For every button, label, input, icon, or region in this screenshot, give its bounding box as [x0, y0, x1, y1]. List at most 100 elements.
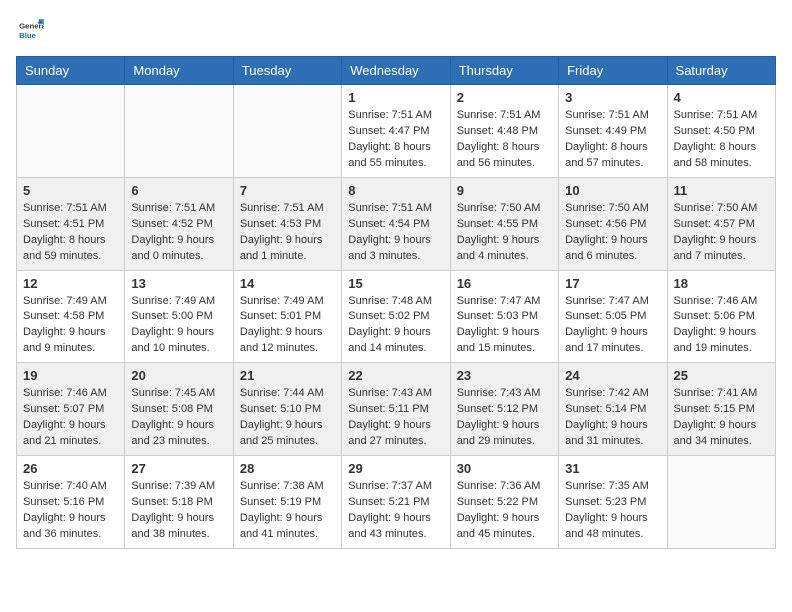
day-number: 12	[23, 276, 118, 291]
calendar-cell: 4 Sunrise: 7:51 AMSunset: 4:50 PMDaylight…	[667, 85, 775, 178]
day-info: Sunrise: 7:51 AMSunset: 4:47 PMDaylight:…	[348, 108, 443, 172]
day-info: Sunrise: 7:46 AMSunset: 5:07 PMDaylight:…	[23, 386, 118, 450]
calendar-cell: 18 Sunrise: 7:46 AMSunset: 5:06 PMDayligh…	[667, 270, 775, 363]
day-info: Sunrise: 7:36 AMSunset: 5:22 PMDaylight:…	[457, 479, 552, 543]
day-number: 15	[348, 276, 443, 291]
calendar-cell: 21 Sunrise: 7:44 AMSunset: 5:10 PMDayligh…	[233, 363, 341, 456]
day-info: Sunrise: 7:40 AMSunset: 5:16 PMDaylight:…	[23, 479, 118, 543]
day-number: 20	[131, 368, 226, 383]
day-info: Sunrise: 7:37 AMSunset: 5:21 PMDaylight:…	[348, 479, 443, 543]
day-number: 23	[457, 368, 552, 383]
day-info: Sunrise: 7:50 AMSunset: 4:55 PMDaylight:…	[457, 201, 552, 265]
calendar-cell: 9 Sunrise: 7:50 AMSunset: 4:55 PMDaylight…	[450, 177, 558, 270]
calendar-header-thursday: Thursday	[450, 57, 558, 85]
calendar-cell: 12 Sunrise: 7:49 AMSunset: 4:58 PMDayligh…	[17, 270, 125, 363]
calendar-cell	[17, 85, 125, 178]
calendar-cell: 22 Sunrise: 7:43 AMSunset: 5:11 PMDayligh…	[342, 363, 450, 456]
calendar-cell: 5 Sunrise: 7:51 AMSunset: 4:51 PMDaylight…	[17, 177, 125, 270]
calendar-week-row: 19 Sunrise: 7:46 AMSunset: 5:07 PMDayligh…	[17, 363, 776, 456]
day-number: 26	[23, 461, 118, 476]
calendar-header-sunday: Sunday	[17, 57, 125, 85]
day-info: Sunrise: 7:50 AMSunset: 4:57 PMDaylight:…	[674, 201, 769, 265]
day-number: 13	[131, 276, 226, 291]
day-number: 9	[457, 183, 552, 198]
day-number: 16	[457, 276, 552, 291]
calendar-cell: 30 Sunrise: 7:36 AMSunset: 5:22 PMDayligh…	[450, 456, 558, 549]
day-number: 30	[457, 461, 552, 476]
calendar-cell: 8Sunrise: 7:51 AMSunset: 4:54 PMDaylight…	[342, 177, 450, 270]
calendar-cell: 16 Sunrise: 7:47 AMSunset: 5:03 PMDayligh…	[450, 270, 558, 363]
calendar-header-tuesday: Tuesday	[233, 57, 341, 85]
calendar-week-row: 1 Sunrise: 7:51 AMSunset: 4:47 PMDaylight…	[17, 85, 776, 178]
day-number: 28	[240, 461, 335, 476]
day-info: Sunrise: 7:48 AMSunset: 5:02 PMDaylight:…	[348, 294, 443, 358]
day-number: 8	[348, 183, 443, 198]
day-info: Sunrise: 7:49 AMSunset: 5:01 PMDaylight:…	[240, 294, 335, 358]
calendar-cell: 19 Sunrise: 7:46 AMSunset: 5:07 PMDayligh…	[17, 363, 125, 456]
day-info: Sunrise: 7:44 AMSunset: 5:10 PMDaylight:…	[240, 386, 335, 450]
calendar-cell: 14 Sunrise: 7:49 AMSunset: 5:01 PMDayligh…	[233, 270, 341, 363]
calendar-cell	[233, 85, 341, 178]
day-number: 24	[565, 368, 660, 383]
calendar-cell: 23 Sunrise: 7:43 AMSunset: 5:12 PMDayligh…	[450, 363, 558, 456]
day-number: 19	[23, 368, 118, 383]
calendar-cell: 24 Sunrise: 7:42 AMSunset: 5:14 PMDayligh…	[559, 363, 667, 456]
day-number: 27	[131, 461, 226, 476]
day-info: Sunrise: 7:51 AMSunset: 4:50 PMDaylight:…	[674, 108, 769, 172]
day-number: 29	[348, 461, 443, 476]
calendar-header-monday: Monday	[125, 57, 233, 85]
calendar-table: SundayMondayTuesdayWednesdayThursdayFrid…	[16, 56, 776, 549]
day-number: 4	[674, 90, 769, 105]
day-number: 17	[565, 276, 660, 291]
calendar-cell: 13 Sunrise: 7:49 AMSunset: 5:00 PMDayligh…	[125, 270, 233, 363]
calendar-week-row: 12 Sunrise: 7:49 AMSunset: 4:58 PMDayligh…	[17, 270, 776, 363]
calendar-cell: 17Sunrise: 7:47 AMSunset: 5:05 PMDayligh…	[559, 270, 667, 363]
day-info: Sunrise: 7:46 AMSunset: 5:06 PMDaylight:…	[674, 294, 769, 358]
calendar-cell: 10Sunrise: 7:50 AMSunset: 4:56 PMDayligh…	[559, 177, 667, 270]
calendar-header-friday: Friday	[559, 57, 667, 85]
day-info: Sunrise: 7:45 AMSunset: 5:08 PMDaylight:…	[131, 386, 226, 450]
day-info: Sunrise: 7:42 AMSunset: 5:14 PMDaylight:…	[565, 386, 660, 450]
calendar-cell: 3 Sunrise: 7:51 AMSunset: 4:49 PMDaylight…	[559, 85, 667, 178]
day-info: Sunrise: 7:35 AMSunset: 5:23 PMDaylight:…	[565, 479, 660, 543]
day-number: 14	[240, 276, 335, 291]
calendar-cell	[667, 456, 775, 549]
day-info: Sunrise: 7:38 AMSunset: 5:19 PMDaylight:…	[240, 479, 335, 543]
calendar-week-row: 26 Sunrise: 7:40 AMSunset: 5:16 PMDayligh…	[17, 456, 776, 549]
calendar-cell: 15 Sunrise: 7:48 AMSunset: 5:02 PMDayligh…	[342, 270, 450, 363]
day-info: Sunrise: 7:51 AMSunset: 4:51 PMDaylight:…	[23, 201, 118, 265]
day-info: Sunrise: 7:47 AMSunset: 5:03 PMDaylight:…	[457, 294, 552, 358]
day-number: 3	[565, 90, 660, 105]
calendar-cell: 29 Sunrise: 7:37 AMSunset: 5:21 PMDayligh…	[342, 456, 450, 549]
day-number: 21	[240, 368, 335, 383]
day-number: 11	[674, 183, 769, 198]
day-number: 31	[565, 461, 660, 476]
calendar-header-saturday: Saturday	[667, 57, 775, 85]
day-info: Sunrise: 7:49 AMSunset: 4:58 PMDaylight:…	[23, 294, 118, 358]
day-info: Sunrise: 7:51 AMSunset: 4:49 PMDaylight:…	[565, 108, 660, 172]
calendar-cell: 11 Sunrise: 7:50 AMSunset: 4:57 PMDayligh…	[667, 177, 775, 270]
calendar-cell: 26 Sunrise: 7:40 AMSunset: 5:16 PMDayligh…	[17, 456, 125, 549]
day-number: 22	[348, 368, 443, 383]
day-info: Sunrise: 7:49 AMSunset: 5:00 PMDaylight:…	[131, 294, 226, 358]
day-number: 7	[240, 183, 335, 198]
calendar-cell	[125, 85, 233, 178]
calendar-cell: 7Sunrise: 7:51 AMSunset: 4:53 PMDaylight…	[233, 177, 341, 270]
day-info: Sunrise: 7:51 AMSunset: 4:52 PMDaylight:…	[131, 201, 226, 265]
calendar-cell: 2Sunrise: 7:51 AMSunset: 4:48 PMDaylight…	[450, 85, 558, 178]
logo-icon: General Blue	[16, 16, 44, 44]
day-number: 1	[348, 90, 443, 105]
logo: General Blue	[16, 16, 48, 44]
day-number: 18	[674, 276, 769, 291]
day-number: 6	[131, 183, 226, 198]
day-info: Sunrise: 7:43 AMSunset: 5:12 PMDaylight:…	[457, 386, 552, 450]
calendar-week-row: 5 Sunrise: 7:51 AMSunset: 4:51 PMDaylight…	[17, 177, 776, 270]
svg-text:Blue: Blue	[19, 31, 37, 40]
calendar-cell: 31 Sunrise: 7:35 AMSunset: 5:23 PMDayligh…	[559, 456, 667, 549]
day-number: 5	[23, 183, 118, 198]
calendar-cell: 28 Sunrise: 7:38 AMSunset: 5:19 PMDayligh…	[233, 456, 341, 549]
calendar-header-row: SundayMondayTuesdayWednesdayThursdayFrid…	[17, 57, 776, 85]
day-number: 25	[674, 368, 769, 383]
day-info: Sunrise: 7:39 AMSunset: 5:18 PMDaylight:…	[131, 479, 226, 543]
day-info: Sunrise: 7:43 AMSunset: 5:11 PMDaylight:…	[348, 386, 443, 450]
